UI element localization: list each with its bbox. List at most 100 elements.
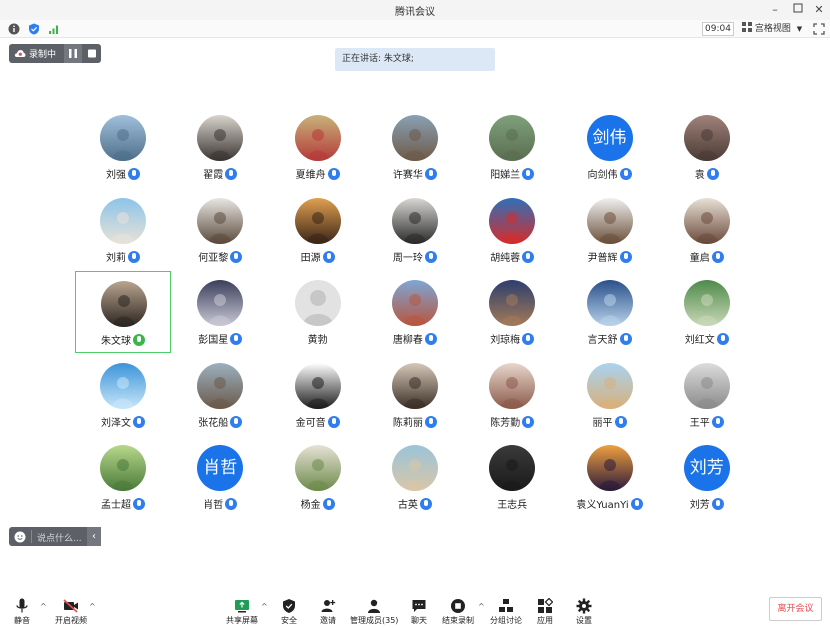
participant-tile[interactable]: 阳娣兰 <box>464 111 560 191</box>
apps-button[interactable]: 应用 <box>530 588 560 628</box>
recording-indicator: 录制中 <box>9 44 101 63</box>
participant-name: 金可音 <box>295 417 326 429</box>
manage-members-label: 管理成员(35) <box>350 616 399 625</box>
stop-recording-button[interactable] <box>83 44 101 63</box>
mic-status-icon <box>225 168 238 180</box>
mic-status-icon <box>327 415 340 428</box>
participant-tile[interactable]: 张花船 <box>172 359 268 439</box>
start-video-button[interactable]: 开启视频 <box>50 588 92 628</box>
invite-icon <box>321 600 336 612</box>
video-options-caret[interactable]: ^ <box>89 602 96 611</box>
video-off-icon <box>63 599 78 613</box>
mute-options-caret[interactable]: ^ <box>40 602 47 611</box>
avatar <box>586 280 633 326</box>
participant-tile[interactable]: 刘强 <box>75 111 171 191</box>
participant-tile[interactable]: 言天舒 <box>562 276 658 356</box>
participant-tile[interactable]: 刘芳 刘芳 <box>659 441 755 521</box>
avatar <box>294 445 341 491</box>
participant-tile[interactable]: 刘琼梅 <box>464 276 560 356</box>
collapse-chat-button[interactable]: ‹ <box>87 527 101 546</box>
mic-status-icon <box>711 498 724 510</box>
shield-icon[interactable] <box>28 23 40 35</box>
participant-name-row: 古英 <box>367 496 463 511</box>
mic-status-icon <box>225 498 238 510</box>
mic-status-icon <box>424 250 437 263</box>
participant-tile[interactable]: 刘红文 <box>659 276 755 356</box>
emoji-icon[interactable] <box>14 531 26 543</box>
participant-name: 尹普辉 <box>587 252 618 264</box>
close-icon[interactable]: ✕ <box>812 3 826 16</box>
share-screen-button[interactable]: 共享屏幕 <box>224 588 260 628</box>
participant-tile[interactable]: 古英 <box>367 441 463 521</box>
participant-tile[interactable]: 陈芳勤 <box>464 359 560 439</box>
chat-input[interactable]: 说点什么... <box>37 531 82 544</box>
avatar <box>489 362 536 409</box>
participant-tile[interactable]: 陈莉丽 <box>367 359 463 439</box>
participant-name: 张花船 <box>198 417 229 429</box>
participant-tile[interactable]: 夏维舟 <box>270 111 366 191</box>
participant-tile[interactable]: 剑伟 向剑伟 <box>562 111 658 191</box>
participant-tile[interactable]: 刘莉 <box>75 194 171 274</box>
participant-tile[interactable]: 肖哲 肖哲 <box>172 441 268 521</box>
mic-status-icon <box>419 498 432 510</box>
signal-icon[interactable] <box>48 23 60 35</box>
participant-name: 朱文球 <box>101 336 131 347</box>
microphone-icon <box>16 598 28 613</box>
avatar <box>391 445 438 491</box>
minimize-icon[interactable]: – <box>768 3 782 16</box>
mic-status-icon <box>614 415 627 428</box>
breakout-button[interactable]: 分组讨论 <box>488 588 524 628</box>
participant-tile[interactable]: 尹普辉 <box>562 194 658 274</box>
avatar-initials: 剑伟 <box>592 128 627 148</box>
record-options-caret[interactable]: ^ <box>478 602 485 611</box>
chat-icon <box>412 600 426 612</box>
participant-tile[interactable]: 翟霞 <box>172 111 268 191</box>
members-icon <box>368 599 380 613</box>
mute-button[interactable]: 静音 <box>4 588 40 628</box>
avatar <box>197 362 244 409</box>
participant-tile[interactable]: 王志兵 <box>464 441 560 521</box>
info-icon[interactable] <box>8 23 20 35</box>
participant-tile[interactable]: 胡纯蓉 <box>464 194 560 274</box>
participant-tile[interactable]: 周一玲 <box>367 194 463 274</box>
security-button[interactable]: 安全 <box>274 588 304 628</box>
participant-tile[interactable]: 刘泽文 <box>75 359 171 439</box>
participant-name: 陈芳勤 <box>490 417 521 429</box>
share-options-caret[interactable]: ^ <box>261 602 268 611</box>
participant-name-row: 朱文球 <box>76 332 170 347</box>
participant-tile[interactable]: 金可音 <box>270 359 366 439</box>
participant-tile[interactable]: 彭国星 <box>172 276 268 356</box>
participant-tile[interactable]: 黄勃 <box>270 276 366 356</box>
participant-name-row: 孟士超 <box>75 496 171 511</box>
leave-meeting-button[interactable]: 离开会议 <box>769 597 822 621</box>
view-mode-select[interactable]: 宫格视图 ▼ <box>742 22 804 36</box>
settings-button[interactable]: 设置 <box>569 588 599 628</box>
avatar <box>489 445 536 491</box>
participant-tile[interactable]: 杨金 <box>270 441 366 521</box>
participant-tile[interactable]: 朱文球 <box>75 271 171 353</box>
fullscreen-icon[interactable] <box>813 23 825 35</box>
participant-tile[interactable]: 丽平 <box>562 359 658 439</box>
participant-name-row: 唐柳春 <box>367 331 463 346</box>
participant-tile[interactable]: 唐柳春 <box>367 276 463 356</box>
participant-tile[interactable]: 何亚黎 <box>172 194 268 274</box>
participant-name: 刘莉 <box>106 252 126 264</box>
manage-members-button[interactable]: 管理成员(35) <box>350 588 398 628</box>
participant-tile[interactable]: 孟士超 <box>75 441 171 521</box>
avatar <box>100 115 146 161</box>
maximize-icon[interactable] <box>791 3 805 16</box>
avatar <box>391 197 438 244</box>
end-recording-button[interactable]: 结束录制 <box>440 588 476 628</box>
participant-tile[interactable]: 田源 <box>270 194 366 274</box>
chat-button[interactable]: 聊天 <box>404 588 434 628</box>
participant-tile[interactable]: 王平 <box>659 359 755 439</box>
participant-name-row: 言天舒 <box>562 331 658 346</box>
participant-tile[interactable]: 童启 <box>659 194 755 274</box>
invite-button[interactable]: 邀请 <box>313 588 343 628</box>
participant-tile[interactable]: 袁义YuanYi <box>562 441 658 521</box>
participant-tile[interactable]: 袁 <box>659 111 755 191</box>
participant-tile[interactable]: 许赛华 <box>367 111 463 191</box>
chat-bar[interactable]: 说点什么... ‹ <box>9 527 101 546</box>
chevron-left-icon: ‹ <box>92 531 96 542</box>
pause-recording-button[interactable] <box>64 44 82 63</box>
